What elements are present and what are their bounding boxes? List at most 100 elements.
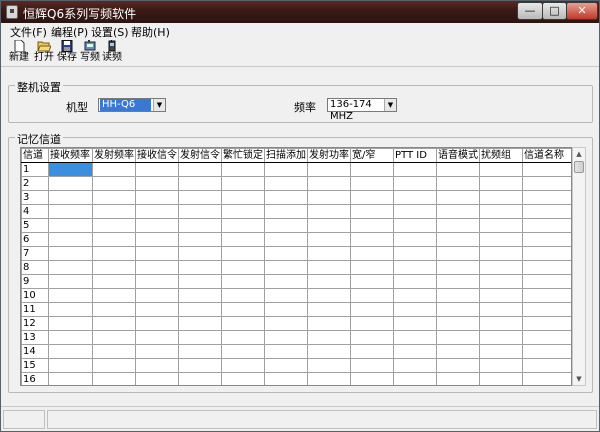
grid-cell[interactable] [264,316,308,331]
grid-cell[interactable] [48,246,93,261]
grid-cell[interactable] [48,358,93,373]
grid-cell[interactable] [522,358,571,373]
grid-cell[interactable] [479,218,523,233]
grid-cell[interactable] [92,274,136,289]
scroll-thumb[interactable] [574,161,584,173]
grid-cell[interactable] [178,372,222,385]
grid-cell[interactable] [350,316,394,331]
grid-cell[interactable] [307,344,351,359]
grid-cell[interactable] [393,232,437,247]
grid-cell[interactable] [479,190,523,205]
table-row[interactable]: 5 [21,218,571,233]
grid-cell[interactable] [393,218,437,233]
grid-cell[interactable] [350,288,394,303]
grid-cell[interactable] [221,176,265,191]
grid-cell[interactable] [393,246,437,261]
grid-cell[interactable] [307,288,351,303]
grid-cell[interactable] [350,232,394,247]
grid-cell[interactable] [436,288,480,303]
grid-cell[interactable] [350,218,394,233]
grid-cell[interactable] [221,274,265,289]
chevron-down-icon[interactable]: ▼ [384,99,396,111]
table-row[interactable]: 15 [21,358,571,373]
grid-cell[interactable] [479,372,523,385]
grid-cell[interactable] [436,344,480,359]
grid-cell[interactable] [135,344,179,359]
grid-cell[interactable] [178,302,222,317]
grid-cell[interactable] [307,204,351,219]
grid-cell[interactable] [221,344,265,359]
grid-cell[interactable] [178,190,222,205]
grid-cell[interactable] [264,260,308,275]
grid-cell[interactable] [479,330,523,345]
grid-cell[interactable] [48,218,93,233]
grid-cell[interactable] [221,302,265,317]
grid-cell[interactable] [436,260,480,275]
grid-cell[interactable] [48,316,93,331]
grid-cell[interactable] [522,288,571,303]
grid-cell[interactable] [350,246,394,261]
grid-cell[interactable] [92,316,136,331]
grid-cell[interactable] [436,316,480,331]
grid-cell[interactable] [479,302,523,317]
grid-cell[interactable] [393,162,437,177]
table-row[interactable]: 11 [21,302,571,317]
grid-cell[interactable] [436,162,480,177]
grid-cell[interactable] [178,316,222,331]
grid-cell[interactable] [178,274,222,289]
grid-cell[interactable] [48,232,93,247]
grid-cell[interactable] [307,176,351,191]
grid-cell[interactable] [135,274,179,289]
grid-cell[interactable] [221,372,265,385]
grid-cell[interactable] [307,218,351,233]
grid-cell[interactable] [135,302,179,317]
grid-cell[interactable] [307,372,351,385]
grid-cell[interactable] [48,274,93,289]
grid-cell[interactable] [522,260,571,275]
grid-cell[interactable] [48,260,93,275]
grid-cell[interactable] [436,204,480,219]
grid-cell[interactable] [264,176,308,191]
grid-cell[interactable] [436,190,480,205]
grid-cell[interactable] [479,316,523,331]
grid-cell[interactable] [221,204,265,219]
grid-cell[interactable] [135,330,179,345]
grid-cell[interactable] [135,288,179,303]
frequency-select[interactable]: 136-174 MHZ ▼ [327,98,397,122]
grid-cell[interactable] [92,218,136,233]
grid-cell[interactable] [221,218,265,233]
grid-cell[interactable] [350,344,394,359]
grid-cell[interactable] [522,190,571,205]
grid-cell[interactable] [92,176,136,191]
grid-cell[interactable] [178,232,222,247]
grid-cell[interactable] [307,260,351,275]
grid-cell[interactable] [221,330,265,345]
grid-cell[interactable] [436,246,480,261]
grid-cell[interactable] [522,246,571,261]
grid-cell[interactable] [178,162,222,177]
grid-cell[interactable] [178,218,222,233]
grid-cell[interactable] [393,358,437,373]
grid-cell[interactable] [522,316,571,331]
channel-grid[interactable]: 信道 接收频率 发射频率 接收信令 发射信令 繁忙锁定 扫描添加 发射功率 宽/… [20,147,572,386]
close-button[interactable]: ✕ [566,2,598,20]
grid-cell[interactable] [436,176,480,191]
grid-cell[interactable] [92,330,136,345]
scroll-up-arrow-icon[interactable]: ▲ [573,148,585,160]
grid-cell[interactable] [479,260,523,275]
grid-cell[interactable] [436,232,480,247]
minimize-button[interactable]: — [517,2,543,20]
grid-cell[interactable] [48,302,93,317]
grid-cell[interactable] [135,260,179,275]
grid-cell[interactable] [221,316,265,331]
grid-cell[interactable] [221,358,265,373]
grid-cell[interactable] [178,358,222,373]
grid-cell[interactable] [221,190,265,205]
grid-cell[interactable] [264,358,308,373]
chevron-down-icon[interactable]: ▼ [153,99,165,111]
menu-file[interactable]: 文件(F) [10,24,47,40]
grid-cell[interactable] [135,246,179,261]
grid-cell[interactable] [92,190,136,205]
menu-settings[interactable]: 设置(S) [91,24,129,40]
grid-cell[interactable] [221,246,265,261]
